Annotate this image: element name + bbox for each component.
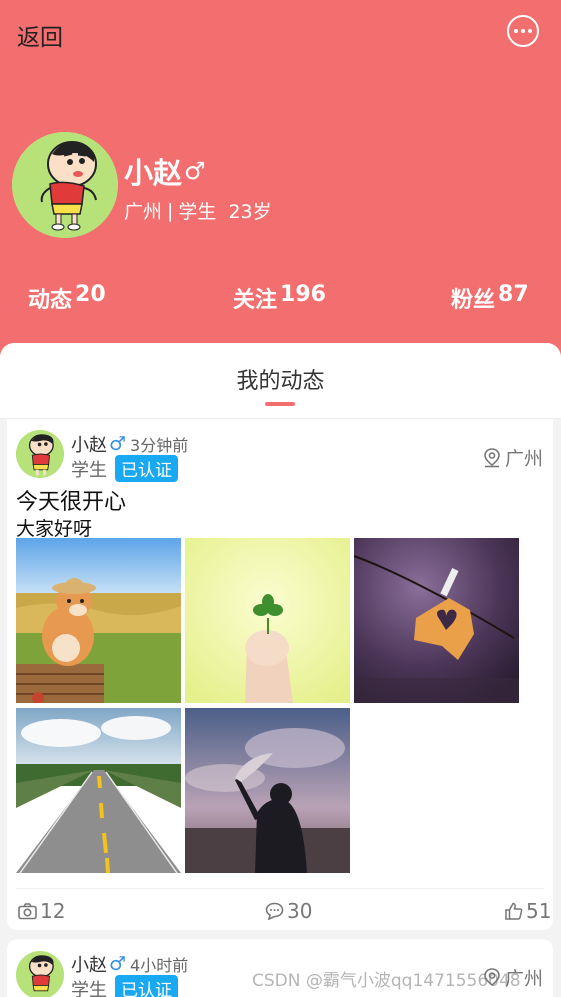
csdn-watermark: CSDN @霸气小波qq1471556048 [252,971,521,991]
profile-name: 小赵 ♂ [124,150,206,192]
post-role-row: 学生 已认证 [71,975,178,997]
post-actions: 12 30 51 [16,888,551,930]
verified-badge: 已认证 [115,455,178,482]
tab-active-indicator [265,402,295,406]
post-author: 小赵 ♂ 3分钟前 [71,431,188,457]
avatar[interactable] [12,132,118,238]
profile-age: 23岁 [228,201,272,223]
male-icon: ♂ [109,433,127,455]
thumbs-up-icon [505,902,523,920]
post-role-row: 学生 已认证 [71,455,178,482]
silhouette-photo[interactable] [185,708,350,873]
profile-city: 广州 [124,201,163,223]
photo-count-button[interactable]: 12 [18,899,65,923]
crayon-shin-chan-avatar-image [16,430,64,478]
crayon-shin-chan-avatar-image [12,132,118,238]
tab-my-posts[interactable]: 我的动态 [0,363,561,395]
post-location-text: 广州 [504,448,543,470]
post-location[interactable]: 广州 [483,444,543,471]
post-author: 小赵 ♂ 4小时前 [71,951,188,977]
post-time: 3分钟前 [130,436,189,455]
crayon-shin-chan-avatar-image [16,951,64,997]
post-text-title: 今天很开心 [16,490,127,515]
stat-label: 关注 [233,288,278,313]
comment-button[interactable]: 30 [265,899,312,923]
like-button[interactable]: 51 [505,899,551,923]
shiba-dog-photo[interactable] [16,538,181,703]
stat-label: 动态 [28,288,73,313]
photo-count: 12 [40,899,66,923]
post-author-name[interactable]: 小赵 [71,431,107,457]
verified-badge: 已认证 [115,975,178,997]
post-time: 4小时前 [130,956,189,975]
stat-posts[interactable]: 动态 20 [28,282,106,314]
like-count: 51 [526,899,552,923]
comment-count: 30 [287,899,313,923]
stat-value: 87 [498,282,529,307]
stat-value: 20 [75,282,106,307]
profile-role: 学生 [178,201,217,223]
profile-separator: | [167,199,174,222]
post-role: 学生 [71,459,107,481]
post-avatar[interactable] [16,430,64,478]
male-icon: ♂ [109,953,127,975]
stat-value: 196 [280,282,326,307]
post-avatar[interactable] [16,951,64,997]
post-text-body: 大家好呀 [16,518,93,540]
post-author-name[interactable]: 小赵 [71,951,107,977]
post-card: 小赵 ♂ 3分钟前 学生 已认证 广州 今天很开心 大家好呀 12 30 51 [7,419,553,930]
stat-label: 粉丝 [451,288,496,313]
stat-followers[interactable]: 粉丝 87 [451,282,529,314]
profile-header: 返回 小赵 ♂ 广州 | 学生 23岁 动态 20 关注 196 粉丝 87 [0,0,561,370]
more-icon[interactable] [507,15,539,47]
profile-name-text: 小赵 [124,156,183,190]
tab-bar: 我的动态 [0,343,561,419]
comment-icon [265,902,284,920]
clover-hand-photo[interactable] [185,538,350,703]
stat-following[interactable]: 关注 196 [233,282,326,314]
post-role: 学生 [71,979,107,997]
location-icon [484,447,500,467]
heart-leaf-photo[interactable] [354,538,519,703]
male-icon: ♂ [184,157,206,185]
road-photo[interactable] [16,708,181,873]
profile-subinfo: 广州 | 学生 23岁 [124,197,272,224]
camera-icon [18,902,37,919]
back-button[interactable]: 返回 [17,18,63,52]
